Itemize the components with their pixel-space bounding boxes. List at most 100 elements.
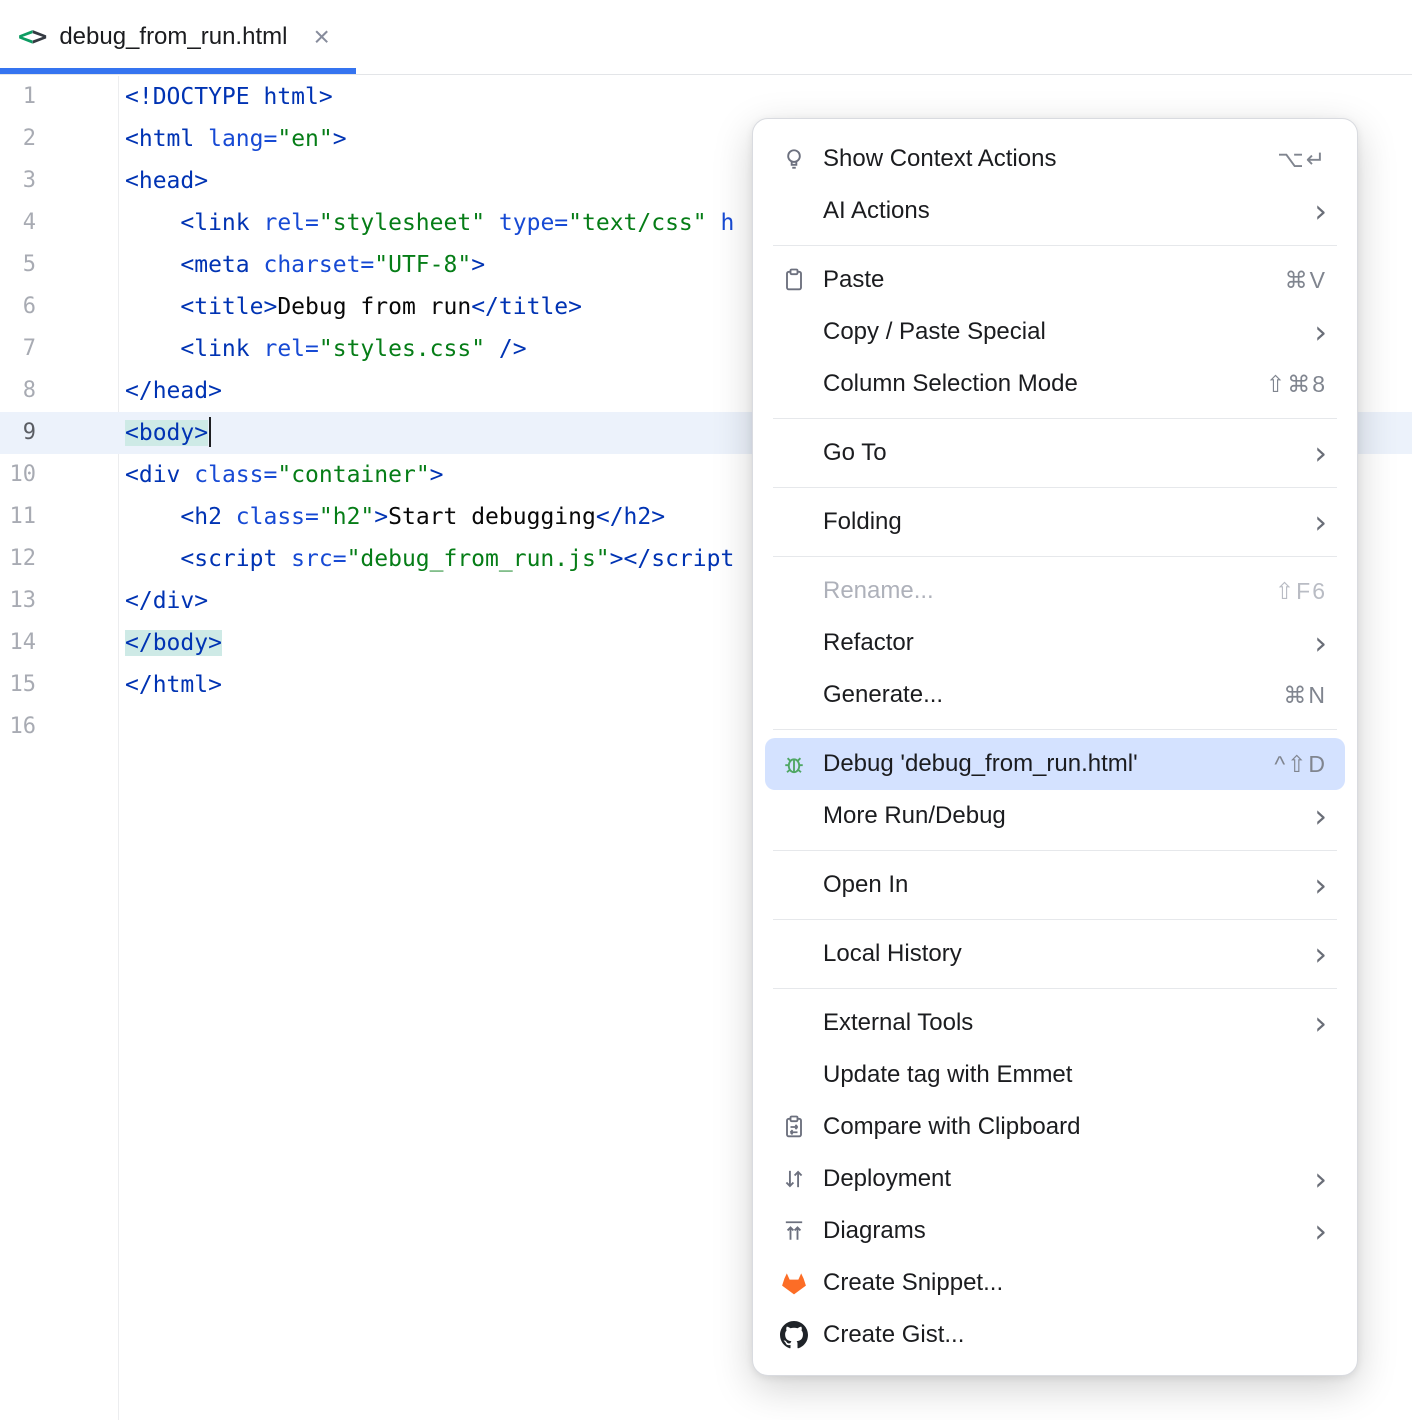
code-token: </div> — [125, 588, 208, 614]
line-number[interactable]: 9 — [0, 412, 118, 454]
line-number[interactable]: 13 — [0, 580, 118, 622]
line-number[interactable]: 12 — [0, 538, 118, 580]
chevron-right-icon: › — [1314, 1163, 1327, 1195]
chevron-right-icon: › — [1314, 506, 1327, 538]
page: { "tab": { "title": "debug_from_run.html… — [0, 0, 1412, 1420]
code-token: class= — [194, 462, 277, 488]
menu-item-label: Paste — [823, 266, 884, 294]
menu-item-deployment[interactable]: Deployment› — [765, 1153, 1345, 1205]
code-text: </head> — [118, 370, 222, 412]
code-token: </title> — [471, 294, 582, 320]
line-number[interactable]: 7 — [0, 328, 118, 370]
line-number[interactable]: 5 — [0, 244, 118, 286]
code-text: <html lang="en"> — [118, 118, 347, 160]
code-token: </script — [624, 546, 735, 572]
menu-item-label: Copy / Paste Special — [823, 318, 1046, 346]
gitlab-icon — [779, 1268, 809, 1298]
menu-separator — [773, 729, 1337, 730]
menu-item-local-history[interactable]: Local History› — [765, 928, 1345, 980]
menu-item-debug-debug-from-run-html[interactable]: Debug 'debug_from_run.html'^⇧D — [765, 738, 1345, 790]
diagrams-icon — [779, 1216, 809, 1246]
code-token: <html — [125, 126, 208, 152]
code-token: src= — [291, 546, 346, 572]
menu-item-create-snippet[interactable]: Create Snippet... — [765, 1257, 1345, 1309]
code-text: <title>Debug from run</title> — [118, 286, 582, 328]
menu-item-diagrams[interactable]: Diagrams› — [765, 1205, 1345, 1257]
menu-item-create-gist[interactable]: Create Gist... — [765, 1309, 1345, 1361]
menu-item-more-run-debug[interactable]: More Run/Debug› — [765, 790, 1345, 842]
icon-placeholder — [779, 801, 809, 831]
menu-item-external-tools[interactable]: External Tools› — [765, 997, 1345, 1049]
close-tab-icon[interactable]: × — [313, 23, 329, 51]
line-number[interactable]: 2 — [0, 118, 118, 160]
line-number[interactable]: 15 — [0, 664, 118, 706]
menu-item-refactor[interactable]: Refactor› — [765, 617, 1345, 669]
tab-debug-from-run-html[interactable]: <> debug_from_run.html × — [0, 0, 356, 74]
code-token: "UTF-8" — [374, 252, 471, 278]
text-caret — [209, 417, 211, 447]
menu-item-generate[interactable]: Generate... ⌘N — [765, 669, 1345, 721]
menu-item-folding[interactable]: Folding › — [765, 496, 1345, 548]
menu-item-open-in[interactable]: Open In › — [765, 859, 1345, 911]
code-text: </div> — [118, 580, 208, 622]
html-file-icon: <> — [18, 24, 45, 50]
menu-item-label: Generate... — [823, 681, 943, 709]
icon-placeholder — [779, 196, 809, 226]
code-text: <link rel="stylesheet" type="text/css" h — [118, 202, 734, 244]
code-token: class= — [236, 504, 319, 530]
code-text: <meta charset="UTF-8"> — [118, 244, 485, 286]
menu-item-column-selection-mode[interactable]: Column Selection Mode⇧⌘8 — [765, 358, 1345, 410]
editor-tab-bar: <> debug_from_run.html × — [0, 0, 1412, 75]
menu-item-label: Create Snippet... — [823, 1269, 1003, 1297]
code-token — [485, 210, 499, 236]
menu-separator — [773, 850, 1337, 851]
menu-item-paste[interactable]: Paste⌘V — [765, 254, 1345, 306]
code-token: rel= — [263, 210, 318, 236]
chevron-right-icon: › — [1314, 437, 1327, 469]
code-token: "container" — [277, 462, 429, 488]
code-token: </body> — [125, 630, 222, 656]
icon-placeholder — [779, 576, 809, 606]
menu-item-update-tag-with-emmet[interactable]: Update tag with Emmet — [765, 1049, 1345, 1101]
menu-item-show-context-actions[interactable]: Show Context Actions⌥↵ — [765, 133, 1345, 185]
code-token: Debug from run — [277, 294, 471, 320]
code-token: <h2 — [180, 504, 235, 530]
line-number[interactable]: 16 — [0, 706, 118, 748]
chevron-right-icon: › — [1314, 1215, 1327, 1247]
chevron-right-icon: › — [1314, 869, 1327, 901]
menu-shortcut: ⌘N — [1283, 682, 1327, 709]
menu-item-rename[interactable]: Rename...⇧F6 — [765, 565, 1345, 617]
chevron-right-icon: › — [1314, 938, 1327, 970]
tab-title: debug_from_run.html — [59, 23, 287, 51]
menu-shortcut: ⌥↵ — [1277, 146, 1327, 173]
line-number[interactable]: 10 — [0, 454, 118, 496]
code-token: </head> — [125, 378, 222, 404]
menu-item-ai-actions[interactable]: AI Actions› — [765, 185, 1345, 237]
code-line[interactable]: 1<!DOCTYPE html> — [0, 76, 1412, 118]
line-number[interactable]: 6 — [0, 286, 118, 328]
code-text: <div class="container"> — [118, 454, 444, 496]
line-number[interactable]: 4 — [0, 202, 118, 244]
menu-item-label: Open In — [823, 871, 908, 899]
line-number[interactable]: 14 — [0, 622, 118, 664]
line-number[interactable]: 8 — [0, 370, 118, 412]
menu-item-go-to[interactable]: Go To› — [765, 427, 1345, 479]
code-token: <meta — [180, 252, 263, 278]
icon-placeholder — [779, 317, 809, 347]
menu-separator — [773, 418, 1337, 419]
menu-item-copy-paste-special[interactable]: Copy / Paste Special› — [765, 306, 1345, 358]
code-token — [125, 336, 180, 362]
line-number[interactable]: 3 — [0, 160, 118, 202]
line-number[interactable]: 11 — [0, 496, 118, 538]
compare-clipboard-icon — [779, 1112, 809, 1142]
menu-item-label: Create Gist... — [823, 1321, 964, 1349]
code-token: > — [471, 252, 485, 278]
icon-placeholder — [779, 369, 809, 399]
menu-item-label: Column Selection Mode — [823, 370, 1078, 398]
line-number[interactable]: 1 — [0, 76, 118, 118]
menu-item-compare-with-clipboard[interactable]: Compare with Clipboard — [765, 1101, 1345, 1153]
code-token: <title> — [180, 294, 277, 320]
menu-item-label: External Tools — [823, 1009, 973, 1037]
menu-item-label: More Run/Debug — [823, 802, 1006, 830]
menu-item-label: Folding — [823, 508, 902, 536]
